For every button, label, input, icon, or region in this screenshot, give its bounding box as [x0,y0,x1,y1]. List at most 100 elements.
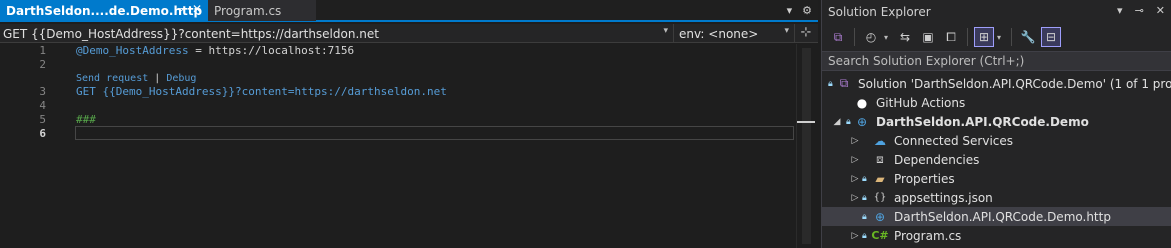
tab-http-file[interactable]: DarthSeldon....de.Demo.http ⊸ ✕ [0,0,208,21]
github-icon: ● [856,95,868,110]
scrollbar-thumb[interactable] [802,48,811,244]
tab-http-file-label: DarthSeldon....de.Demo.http [6,3,203,18]
expand-arrow-icon[interactable]: ▷ [850,136,860,146]
lock-icon: 🔒︎ [862,173,867,184]
line-number: 3 [39,85,46,98]
expand-arrow-icon[interactable]: ▷ [850,174,860,184]
tree-item-connected-services[interactable]: ▷ ☁ Connected Services [822,131,1171,150]
split-editor-icon[interactable]: ⊹ [798,25,814,41]
tree-item-label: Dependencies [894,152,980,167]
tree-item-project[interactable]: ◢ 🔒︎ ⊕ DarthSeldon.API.QRCode.Demo [822,112,1171,131]
expand-arrow-icon[interactable]: ▷ [850,193,860,203]
tree-item-github-actions[interactable]: ● GitHub Actions [822,93,1171,112]
http-method-token: GET [76,85,96,98]
panel-title: Solution Explorer [828,5,931,19]
environment-selector-value: env: <none> [679,26,759,41]
tree-item-http-file[interactable]: 🔒︎ ⊕ DarthSeldon.API.QRCode.Demo.http [822,207,1171,226]
solution-explorer-panel: Solution Explorer ▾ ⊸ ✕ ⧉ ◴ ▾ ⇆ ▣ ⧠ ⊞ ▾ … [821,0,1171,248]
tab-program-cs-label: Program.cs [214,3,282,18]
editor-pane: DarthSeldon....de.Demo.http ⊸ ✕ Program.… [0,0,818,248]
variable-value-token: = https://localhost:7156 [188,44,355,57]
environment-selector[interactable]: env: <none> ▾ [675,24,795,43]
lock-icon: 🔒︎ [828,78,833,89]
chevron-down-icon: ▾ [784,26,789,36]
show-all-files-icon[interactable]: ⧠ [941,27,961,47]
toolbar-separator [967,28,968,46]
sync-icon[interactable]: ⇆ [895,27,915,47]
codelens: Send request | Debug [76,73,196,85]
panel-title-actions: ▾ ⊸ ✕ [1117,4,1165,17]
lock-icon: 🔒︎ [846,116,851,127]
toolbar-separator [1011,28,1012,46]
code-line: 5 ### [0,113,796,127]
collapse-all-icon[interactable]: ▣ [918,27,938,47]
properties-wrench-icon[interactable]: 🔧 [1018,27,1038,47]
document-tab-bar: DarthSeldon....de.Demo.http ⊸ ✕ Program.… [0,0,818,22]
codelens-separator: | [148,73,167,84]
request-selector[interactable]: GET {{Demo_HostAddress}}?content=https:/… [0,24,674,43]
switch-views-icon[interactable]: ⧉ [828,27,848,47]
line-number: 4 [39,99,46,112]
tree-item-dependencies[interactable]: ▷ ⧈ Dependencies [822,150,1171,169]
close-icon[interactable]: ✕ [192,2,202,16]
pin-icon[interactable]: ⊸ [1135,4,1144,17]
expand-arrow-icon[interactable]: ▷ [850,231,860,241]
request-url-token: {{Demo_HostAddress}}?content=https://dar… [95,85,447,98]
collapse-arrow-icon[interactable]: ◢ [832,117,842,127]
line-number: 1 [39,44,46,57]
request-separator-comment: ### [76,113,96,126]
line-number: 2 [39,58,46,71]
tree-item-label: GitHub Actions [876,95,966,110]
code-editor[interactable]: 1 @Demo_HostAddress = https://localhost:… [0,44,796,248]
tree-item-label: Solution 'DarthSeldon.API.QRCode.Demo' (… [858,76,1171,91]
solution-explorer-toolbar: ⧉ ◴ ▾ ⇆ ▣ ⧠ ⊞ ▾ 🔧 ⊟ [822,25,1171,49]
tab-list-dropdown-icon[interactable]: ▾ [787,4,793,17]
caret-position-marker [797,121,815,123]
tree-item-label: DarthSeldon.API.QRCode.Demo [876,114,1089,129]
tree-item-label: Program.cs [894,228,962,243]
variable-token: @Demo_HostAddress [76,44,189,57]
lock-icon: 🔒︎ [862,211,867,222]
close-icon[interactable]: ✕ [1156,4,1165,17]
tree-item-properties[interactable]: ▷ 🔒︎ ▰ Properties [822,169,1171,188]
tree-item-program-cs[interactable]: ▷ 🔒︎ C# Program.cs [822,226,1171,245]
web-project-icon: ⊕ [856,114,868,129]
chevron-down-icon[interactable]: ▾ [884,33,892,42]
json-file-icon: {} [873,192,887,203]
request-navigation-bar: GET {{Demo_HostAddress}}?content=https:/… [0,24,818,43]
vertical-scrollbar[interactable] [796,44,818,248]
tree-item-solution[interactable]: 🔒︎ ⧉ Solution 'DarthSeldon.API.QRCode.De… [822,74,1171,93]
lock-icon: 🔒︎ [862,192,867,203]
tree-item-label: Properties [894,171,955,186]
send-request-link[interactable]: Send request [76,73,148,84]
preview-selected-items-icon[interactable]: ⊟ [1041,27,1061,47]
chevron-down-icon[interactable]: ▾ [997,33,1005,42]
tab-program-cs[interactable]: Program.cs [208,0,316,21]
toolbar-separator [854,28,855,46]
tabbar-actions: ▾ ⚙ [787,0,818,21]
lock-icon: 🔒︎ [862,230,867,241]
code-line-text: GET {{Demo_HostAddress}}?content=https:/… [76,85,447,99]
dependencies-icon: ⧈ [876,152,884,166]
filter-pending-changes-icon[interactable]: ⊞ [974,27,994,47]
debug-link[interactable]: Debug [166,73,196,84]
code-line: 3 GET {{Demo_HostAddress}}?content=https… [0,85,796,99]
search-placeholder: Search Solution Explorer (Ctrl+;) [828,54,1025,68]
pin-icon[interactable]: ⊸ [174,3,183,16]
solution-explorer-search-input[interactable]: Search Solution Explorer (Ctrl+;) [822,51,1171,71]
chevron-down-icon: ▾ [663,26,668,36]
line-number: 5 [39,113,46,126]
history-icon[interactable]: ◴ [861,27,881,47]
chevron-down-icon[interactable]: ▾ [1117,4,1123,17]
connected-services-icon: ☁ [874,133,886,148]
code-line-text: @Demo_HostAddress = https://localhost:71… [76,44,354,58]
code-line: 2 [0,58,796,72]
tree-item-label: DarthSeldon.API.QRCode.Demo.http [894,209,1111,224]
http-file-icon: ⊕ [874,209,886,224]
expand-arrow-icon[interactable]: ▷ [850,155,860,165]
tree-item-appsettings[interactable]: ▷ 🔒︎ {} appsettings.json [822,188,1171,207]
properties-folder-icon: ▰ [875,171,885,186]
settings-gear-icon[interactable]: ⚙ [802,4,812,17]
code-line: 4 [0,99,796,113]
line-number: 6 [39,127,46,140]
